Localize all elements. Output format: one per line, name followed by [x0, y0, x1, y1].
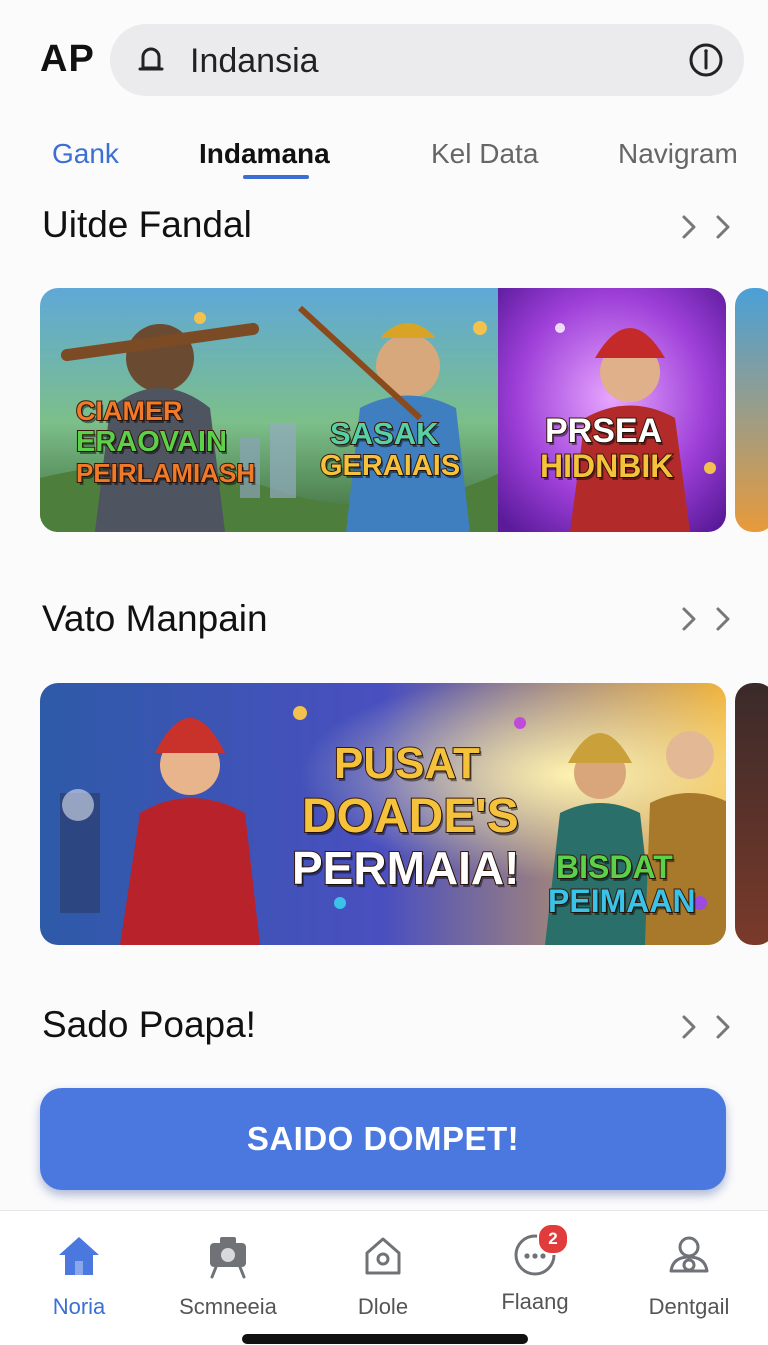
nav-item-label: Flaang — [501, 1289, 569, 1314]
nav-item-noria[interactable]: Noria — [4, 1227, 154, 1320]
saldo-dompet-button[interactable]: SAIDO DOMPET! — [40, 1088, 726, 1190]
nav-item-label: Dentgail — [648, 1294, 730, 1319]
banner-title: PEIRLAMIASH — [75, 457, 256, 489]
section-title: Vato Manpain — [42, 598, 268, 639]
nav-item-dentgail[interactable]: Dentgail — [614, 1227, 764, 1320]
banner-title: PRSEA — [544, 411, 663, 451]
search-bar[interactable] — [110, 24, 744, 96]
banner-title: GERAIAIS — [319, 449, 461, 483]
banner-title: PEIMAAN — [547, 882, 697, 920]
tab-gank[interactable]: Gank — [52, 138, 119, 170]
nav-item-label: Dlole — [357, 1294, 409, 1319]
section-title: Uitde Fandal — [42, 204, 252, 245]
bell-icon — [138, 47, 164, 71]
house-outline-icon — [365, 1237, 401, 1275]
chat-icon-wrap: 2 — [511, 1223, 569, 1279]
tab-active-indicator — [243, 175, 309, 179]
notification-badge: 2 — [537, 1223, 569, 1255]
banner-title: CIAMER — [75, 395, 183, 427]
banner-title: PUSAT — [333, 738, 481, 789]
see-more-chevrons-icon[interactable] — [676, 212, 736, 242]
tab-bar: Gank Indamana Kel Data Navigram — [0, 128, 768, 184]
nav-item-dlole[interactable]: Dlole — [308, 1227, 458, 1320]
nav-item-flaang[interactable]: 2 Flaang — [460, 1223, 610, 1315]
tab-kel-data[interactable]: Kel Data — [431, 138, 538, 170]
home-icon — [59, 1237, 99, 1275]
game-banner-carousel[interactable]: CIAMER ERAOVAIN PEIRLAMIASH SASAK GERAIA… — [40, 288, 726, 532]
tab-navigram[interactable]: Navigram — [618, 138, 738, 170]
home-indicator[interactable] — [242, 1334, 528, 1344]
nav-item-label: Noria — [52, 1294, 106, 1319]
camera-icon — [210, 1237, 246, 1279]
app-header: AP — [0, 0, 768, 120]
banner-title: SASAK — [329, 415, 440, 452]
info-icon[interactable] — [688, 42, 724, 78]
app-logo[interactable]: AP — [40, 38, 95, 81]
banner-title: HIDNBIK — [539, 447, 674, 485]
banner-title: PERMAIA! — [291, 841, 520, 895]
tab-indamana[interactable]: Indamana — [199, 138, 330, 170]
banner-title: ERAOVAIN — [75, 425, 228, 459]
see-more-chevrons-icon[interactable] — [676, 1012, 736, 1042]
game-banner-peek[interactable] — [735, 288, 768, 532]
search-input[interactable] — [188, 36, 672, 86]
nav-item-scmneeia[interactable]: Scmneeia — [153, 1227, 303, 1320]
bottom-nav: Noria Scmneeia Dlole 2 Flaang Dentgail — [0, 1210, 768, 1345]
game-banner-peek[interactable] — [735, 683, 768, 945]
see-more-chevrons-icon[interactable] — [676, 604, 736, 634]
banner-title: DOADE'S — [301, 789, 520, 844]
profile-icon — [669, 1236, 709, 1273]
banner-title: BISDAT — [555, 848, 674, 886]
nav-item-label: Scmneeia — [179, 1294, 277, 1319]
game-banner-carousel[interactable]: PUSAT DOADE'S PERMAIA! BISDAT PEIMAAN — [40, 683, 726, 945]
section-title: Sado Poapa! — [42, 1004, 256, 1045]
